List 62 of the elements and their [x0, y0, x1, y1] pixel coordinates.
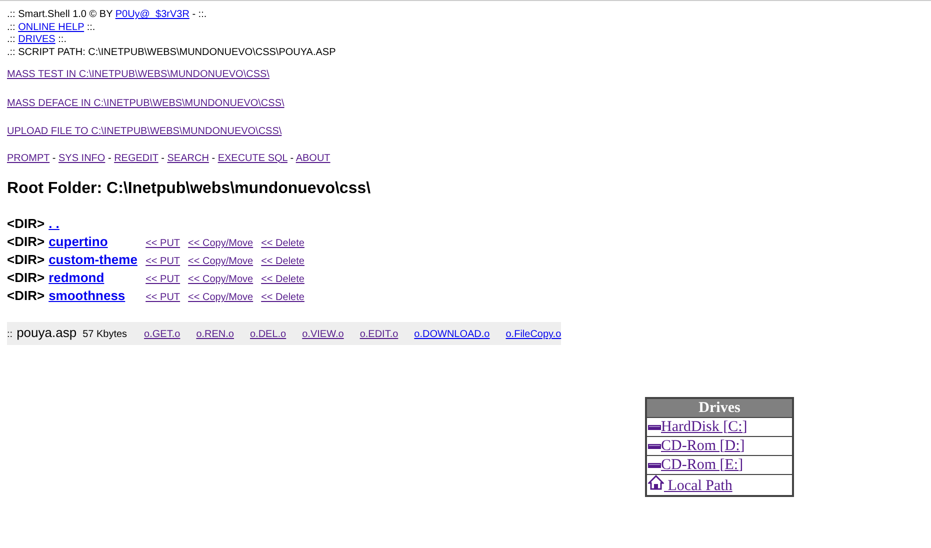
- file-prefix: ::: [7, 329, 13, 342]
- folder-action-link[interactable]: << Delete: [261, 292, 304, 304]
- line-prefix: .::: [7, 22, 16, 32]
- menu-link[interactable]: SYS INFO: [58, 152, 106, 164]
- separator-text: -: [160, 152, 166, 164]
- folder-action-link[interactable]: << Delete: [261, 256, 304, 268]
- disk-drive-icon: [648, 462, 661, 468]
- nav-link[interactable]: ONLINE HELP: [18, 22, 84, 32]
- file-action-link[interactable]: o.GET.o: [144, 329, 180, 342]
- file-action-link[interactable]: o.REN.o: [196, 329, 234, 342]
- folder-action-link[interactable]: << PUT: [146, 292, 180, 304]
- file-action-link[interactable]: o.VIEW.o: [302, 329, 344, 342]
- disk-drive-icon: [648, 424, 661, 430]
- title-suffix: - ::.: [191, 9, 207, 20]
- folder-link[interactable]: cupertino: [48, 234, 108, 249]
- file-size: 57 Kbytes: [82, 329, 128, 342]
- line-suffix: ::.: [86, 22, 96, 32]
- menu-link[interactable]: PROMPT: [7, 152, 50, 164]
- action-link[interactable]: MASS DEFACE IN C:\INETPUB\WEBS\MUNDONUEVO\CSS\: [7, 98, 284, 108]
- folder-action-link[interactable]: << Copy/Move: [188, 274, 254, 286]
- folder-link[interactable]: custom-theme: [48, 252, 138, 267]
- house-icon: [648, 474, 664, 490]
- file-action-link[interactable]: o.EDIT.o: [360, 329, 398, 342]
- nav-link[interactable]: DRIVES: [18, 34, 56, 45]
- action-link[interactable]: MASS TEST IN C:\INETPUB\WEBS\MUNDONUEVO\CSS\: [7, 69, 270, 80]
- disk-drive-icon: [648, 442, 661, 450]
- separator-text: -: [106, 152, 112, 164]
- menu-link[interactable]: ABOUT: [296, 152, 330, 164]
- file-action-link[interactable]: o.DOWNLOAD.o: [414, 329, 490, 342]
- dir-tag: <DIR>: [7, 288, 45, 304]
- menu-link[interactable]: EXECUTE SQL: [218, 152, 288, 164]
- folder-action-link[interactable]: << Copy/Move: [188, 256, 254, 268]
- folder-link[interactable]: . .: [48, 216, 60, 231]
- dir-tag: <DIR>: [7, 216, 45, 232]
- dir-tag: <DIR>: [7, 234, 45, 250]
- separator-text: -: [289, 152, 295, 164]
- drives-header: Drives: [646, 398, 793, 417]
- file-name: pouya.asp: [16, 325, 77, 342]
- folder-action-link[interactable]: << Copy/Move: [188, 292, 254, 304]
- folder-action-link[interactable]: << PUT: [146, 274, 180, 286]
- separator-text: -: [51, 152, 57, 164]
- script-path-text: .:: SCRIPT PATH: C:\INETPUB\WEBS\MUNDONUEVO\CSS\POUYA.ASP: [7, 46, 337, 59]
- folder-action-link[interactable]: << Copy/Move: [188, 238, 254, 250]
- folder-heading: Root Folder: C:\Inetpub\webs\mundonuevo\css\: [7, 179, 372, 199]
- folder-link[interactable]: smoothness: [48, 288, 126, 303]
- folder-action-link[interactable]: << Delete: [261, 274, 304, 286]
- file-action-link[interactable]: o.DEL.o: [250, 329, 286, 342]
- separator-text: -: [210, 152, 216, 164]
- dir-tag: <DIR>: [7, 252, 45, 268]
- line-prefix: .::: [7, 34, 16, 45]
- author-link[interactable]: P0Uy@_$3rV3R: [115, 9, 190, 20]
- file-action-link[interactable]: o.FileCopy.o: [506, 329, 562, 342]
- folder-link[interactable]: redmond: [48, 270, 104, 285]
- menu-link[interactable]: SEARCH: [167, 152, 209, 164]
- action-link[interactable]: UPLOAD FILE TO C:\INETPUB\WEBS\MUNDONUEVO\CSS\: [7, 126, 282, 137]
- title-text: .:: Smart.Shell 1.0 © BY: [7, 9, 114, 20]
- menu-link[interactable]: REGEDIT: [114, 152, 158, 164]
- folder-action-link[interactable]: << PUT: [146, 256, 180, 268]
- folder-action-link[interactable]: << Delete: [261, 238, 304, 250]
- dir-tag: <DIR>: [7, 270, 45, 286]
- folder-action-link[interactable]: << PUT: [146, 238, 180, 250]
- line-suffix: ::.: [57, 34, 66, 45]
